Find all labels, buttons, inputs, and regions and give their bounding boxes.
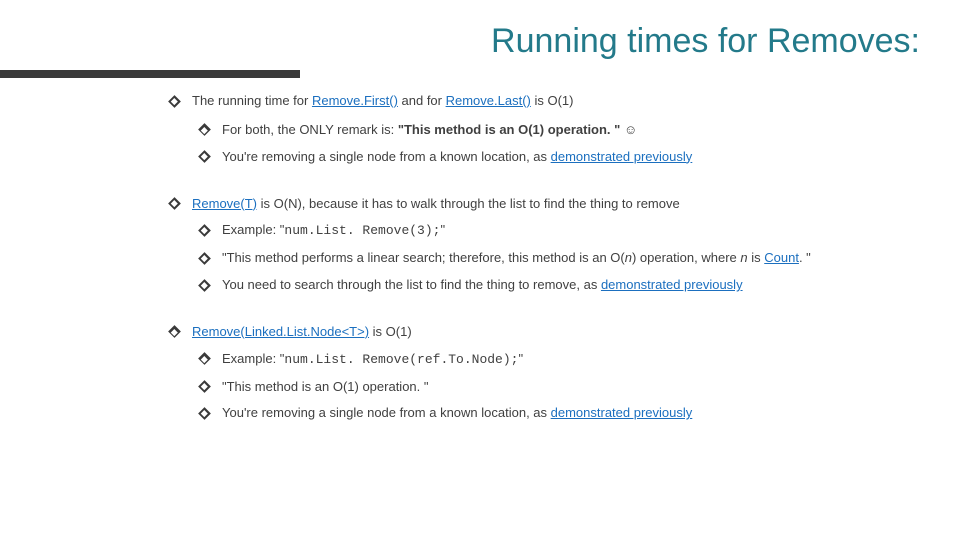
link-demonstrated-previously-3[interactable]: demonstrated previously (551, 405, 693, 420)
bullet-search-through: You need to search through the list to f… (200, 276, 910, 295)
text: Example: " (222, 351, 284, 366)
link-count[interactable]: Count (764, 250, 799, 265)
link-demonstrated-previously[interactable]: demonstrated previously (551, 149, 693, 164)
text: is O(N), because it has to walk through … (257, 196, 680, 211)
bullet-single-node-2: You're removing a single node from a kno… (200, 404, 910, 423)
bullet-removefirst-removelast: The running time for Remove.First() and … (170, 92, 910, 111)
text: " (518, 351, 523, 366)
link-removefirst[interactable]: Remove.First() (312, 93, 398, 108)
link-removelast[interactable]: Remove.Last() (446, 93, 531, 108)
text: For both, the ONLY remark is: (222, 122, 398, 137)
bullet-example-reftonode: Example: "num.List. Remove(ref.To.Node);… (200, 350, 910, 370)
bullet-remove-t: Remove(T) is O(N), because it has to wal… (170, 195, 910, 214)
text: "This method performs a linear search; t… (222, 250, 625, 265)
text: "This method is an O(1) operation. " (222, 379, 429, 394)
page-title: Running times for Removes: (0, 22, 960, 61)
link-remove-linkedlistnode[interactable]: Remove(Linked.List.Node<T>) (192, 324, 369, 339)
smile-icon: ☺ (620, 122, 637, 137)
ital-n2: n (740, 250, 747, 265)
text: " (440, 222, 445, 237)
code-remove3: num.List. Remove(3); (284, 223, 440, 238)
text: is O(1) (369, 324, 412, 339)
text: ) operation, where (632, 250, 740, 265)
bullet-linear-search: "This method performs a linear search; t… (200, 249, 910, 268)
text: Example: " (222, 222, 284, 237)
quote-o1: "This method is an O(1) operation. " (398, 122, 621, 137)
ital-n: n (625, 250, 632, 265)
text: . " (799, 250, 811, 265)
link-remove-t[interactable]: Remove(T) (192, 196, 257, 211)
bullet-remove-node: Remove(Linked.List.Node<T>) is O(1) (170, 323, 910, 342)
text: The running time for (192, 93, 312, 108)
text: You need to search through the list to f… (222, 277, 601, 292)
bullet-o1-operation: "This method is an O(1) operation. " (200, 378, 910, 397)
link-demonstrated-previously-2[interactable]: demonstrated previously (601, 277, 743, 292)
bullet-example-remove3: Example: "num.List. Remove(3);" (200, 221, 910, 241)
text: You're removing a single node from a kno… (222, 149, 551, 164)
text: and for (398, 93, 446, 108)
title-underline (0, 70, 300, 78)
bullet-single-node: You're removing a single node from a kno… (200, 148, 910, 167)
slide-body: The running time for Remove.First() and … (170, 92, 910, 431)
text: You're removing a single node from a kno… (222, 405, 551, 420)
bullet-o1-remark: For both, the ONLY remark is: "This meth… (200, 121, 910, 140)
code-reftonode: num.List. Remove(ref.To.Node); (284, 352, 518, 367)
text: is O(1) (531, 93, 574, 108)
text: is (748, 250, 765, 265)
